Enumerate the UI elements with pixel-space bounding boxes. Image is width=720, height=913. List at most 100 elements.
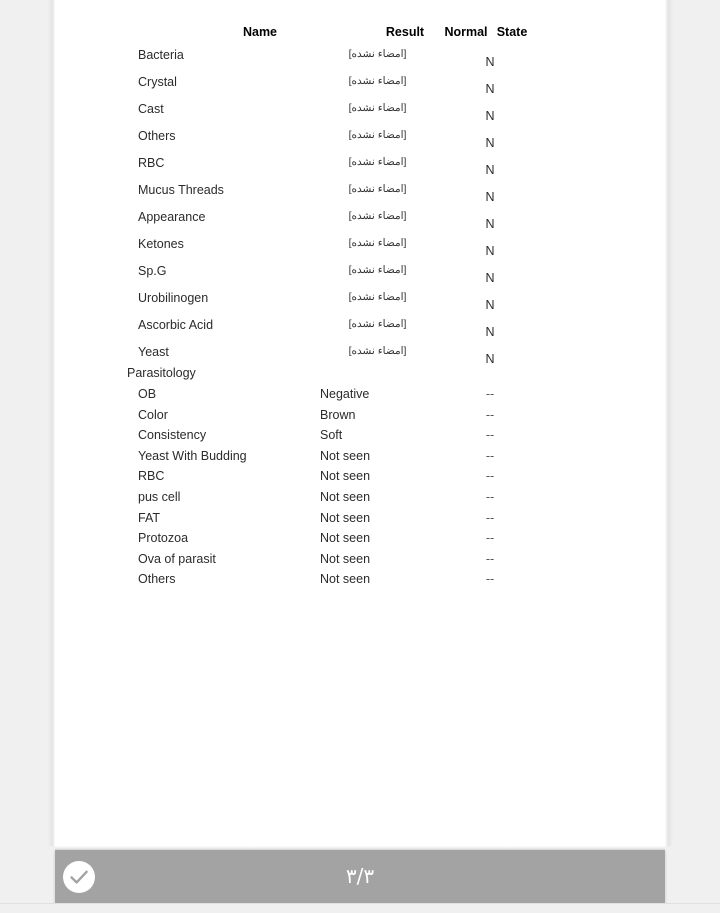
cell-normal: -- — [485, 510, 495, 525]
cell-state: N — [485, 244, 495, 258]
cell-result: Negative — [320, 387, 370, 401]
cell-state: N — [485, 163, 495, 177]
cell-result: [امضاء نشده] — [348, 237, 407, 249]
cell-name: Urobilinogen — [138, 291, 209, 305]
table-row: Cast [امضاء نشده] N — [55, 102, 665, 129]
table-row: RBC [امضاء نشده] N — [55, 156, 665, 183]
table-row: Others [امضاء نشده] N — [55, 129, 665, 156]
cell-state: N — [485, 271, 495, 285]
document-page[interactable]: Name Result Normal State Bacteria [امضاء… — [55, 0, 665, 846]
cell-normal: -- — [485, 448, 495, 463]
cell-normal: -- — [485, 551, 495, 566]
cell-result: [امضاء نشده] — [348, 318, 407, 330]
cell-name: RBC — [138, 469, 165, 484]
table-row: RBC Not seen -- — [55, 469, 665, 490]
table-row: Others Not seen -- — [55, 572, 665, 593]
cell-name: Bacteria — [138, 48, 184, 62]
urinalysis-section: Bacteria [امضاء نشده] N Crystal [امضاء ن… — [55, 48, 665, 372]
cell-name: Cast — [138, 102, 164, 116]
cell-result: Brown — [320, 407, 356, 422]
cell-state: N — [485, 109, 495, 123]
page-edge-left — [48, 0, 55, 846]
table-row: Consistency Soft -- — [55, 428, 665, 449]
table-row: Ketones [امضاء نشده] N — [55, 237, 665, 264]
cell-name: Yeast — [138, 345, 169, 359]
cell-result: [امضاء نشده] — [348, 156, 407, 168]
table-row: OB Negative -- — [55, 387, 665, 408]
parasitology-section: OB Negative -- Color Brown -- Consistenc… — [55, 387, 665, 593]
table-row: Color Brown -- — [55, 408, 665, 429]
table-row: pus cell Not seen -- — [55, 490, 665, 511]
cell-result: Soft — [320, 428, 343, 443]
table-row: Sp.G [امضاء نشده] N — [55, 264, 665, 291]
column-header-state: State — [496, 25, 528, 39]
table-row: Crystal [امضاء نشده] N — [55, 75, 665, 102]
table-row: Appearance [امضاء نشده] N — [55, 210, 665, 237]
cell-result: [امضاء نشده] — [348, 183, 407, 195]
cell-result: Not seen — [320, 551, 371, 566]
cell-state: N — [485, 298, 495, 312]
cell-name: Appearance — [138, 210, 206, 224]
cell-name: FAT — [138, 510, 160, 525]
column-header-normal: Normal — [444, 25, 488, 39]
table-row: Ascorbic Acid [امضاء نشده] N — [55, 318, 665, 345]
section-title-parasitology: Parasitology — [127, 366, 196, 380]
cell-name: Ascorbic Acid — [138, 318, 214, 332]
cell-result: [امضاء نشده] — [348, 345, 407, 357]
cell-result: [امضاء نشده] — [348, 102, 407, 114]
cell-state: N — [485, 136, 495, 150]
table-header-row: Name Result Normal State — [55, 25, 665, 45]
cell-result: Not seen — [320, 469, 371, 484]
table-row: Ova of parasit Not seen -- — [55, 552, 665, 573]
table-row: Protozoa Not seen -- — [55, 531, 665, 552]
cell-name: RBC — [138, 156, 165, 170]
cell-name: OB — [138, 387, 157, 401]
document-viewer[interactable]: Name Result Normal State Bacteria [امضاء… — [0, 0, 720, 913]
cell-state: N — [485, 190, 495, 204]
page-edge-right — [665, 0, 673, 846]
cell-normal: -- — [485, 469, 495, 484]
cell-result: [امضاء نشده] — [348, 129, 407, 141]
cell-result: [امضاء نشده] — [348, 291, 407, 303]
cell-normal: -- — [485, 407, 495, 422]
cell-name: Crystal — [138, 75, 177, 89]
cell-name: Ketones — [138, 237, 184, 251]
cell-name: pus cell — [138, 489, 181, 504]
cell-normal: -- — [485, 572, 495, 587]
cell-name: Sp.G — [138, 264, 167, 278]
column-header-result: Result — [385, 25, 425, 39]
cell-state: N — [485, 55, 495, 69]
cell-state: N — [485, 82, 495, 96]
cell-result: [امضاء نشده] — [348, 75, 407, 87]
cell-result: Not seen — [320, 531, 371, 546]
table-row: Mucus Threads [امضاء نشده] N — [55, 183, 665, 210]
cell-result: Not seen — [320, 572, 371, 587]
cell-normal: -- — [485, 531, 495, 546]
cell-result: Not seen — [320, 510, 371, 525]
table-row: Bacteria [امضاء نشده] N — [55, 48, 665, 75]
page-indicator: ۳/۳ — [345, 864, 375, 888]
cell-result: [امضاء نشده] — [348, 48, 407, 60]
column-header-name: Name — [242, 25, 278, 39]
cell-name: Mucus Threads — [138, 183, 224, 197]
table-row: FAT Not seen -- — [55, 511, 665, 532]
cell-name: Color — [138, 407, 168, 422]
bottom-toolbar[interactable]: ۳/۳ — [55, 850, 665, 903]
cell-name: Protozoa — [138, 531, 189, 546]
cell-result: Not seen — [320, 489, 371, 504]
cell-result: [امضاء نشده] — [348, 264, 407, 276]
table-row: Yeast With Budding Not seen -- — [55, 449, 665, 470]
cell-normal: -- — [485, 428, 495, 443]
cell-name: Consistency — [138, 428, 207, 443]
cell-name: Yeast With Budding — [138, 448, 247, 463]
cell-name: Others — [138, 129, 176, 143]
cell-name: Others — [138, 572, 176, 587]
cell-normal: -- — [485, 489, 495, 504]
cell-name: Ova of parasit — [138, 551, 216, 566]
cell-result: [امضاء نشده] — [348, 210, 407, 222]
table-row: Urobilinogen [امضاء نشده] N — [55, 291, 665, 318]
cell-result: Not seen — [320, 448, 371, 463]
cell-state: N — [485, 325, 495, 339]
cell-state: N — [485, 217, 495, 231]
cell-normal: -- — [485, 387, 495, 401]
